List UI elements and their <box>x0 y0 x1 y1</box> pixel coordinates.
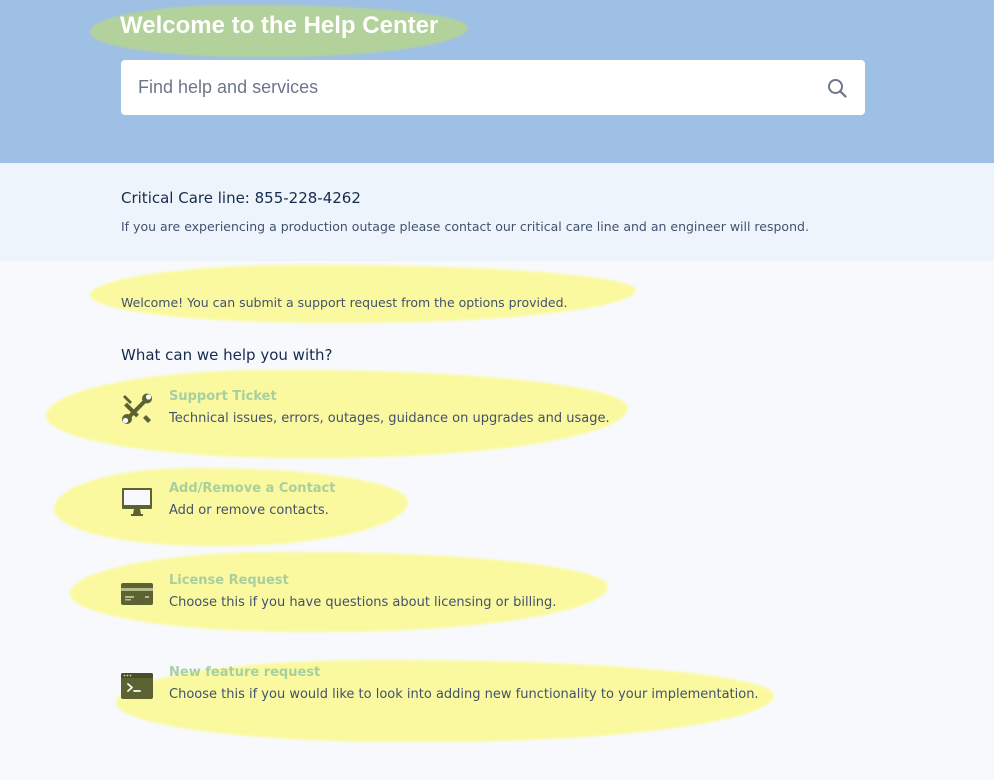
search-icon[interactable] <box>827 78 847 98</box>
option-title[interactable]: Support Ticket <box>169 389 277 404</box>
option-description: Choose this if you have questions about … <box>169 595 557 610</box>
critical-care-description: If you are experiencing a production out… <box>121 219 809 234</box>
help-heading: What can we help you with? <box>121 346 333 364</box>
search-input[interactable] <box>121 60 811 115</box>
request-type-license-request[interactable]: License Request Choose this if you have … <box>121 573 761 619</box>
critical-care-title: Critical Care line: 855-228-4262 <box>121 189 361 207</box>
search-bar[interactable] <box>121 60 865 115</box>
help-center-header: Welcome to the Help Center <box>0 0 994 163</box>
welcome-highlight <box>90 265 636 323</box>
welcome-message: Welcome! You can submit a support reques… <box>121 295 568 310</box>
option-title[interactable]: Add/Remove a Contact <box>169 481 335 496</box>
option-description: Choose this if you would like to look in… <box>169 687 759 702</box>
request-type-new-feature[interactable]: New feature request Choose this if you w… <box>121 665 761 711</box>
request-type-support-ticket[interactable]: Support Ticket Technical issues, errors,… <box>121 389 761 435</box>
monitor-icon <box>122 488 152 516</box>
option-description: Technical issues, errors, outages, guida… <box>169 411 610 426</box>
critical-care-banner: Critical Care line: 855-228-4262 If you … <box>0 163 994 261</box>
option-title[interactable]: License Request <box>169 573 289 588</box>
page-title: Welcome to the Help Center <box>120 12 439 39</box>
request-type-add-remove-contact[interactable]: Add/Remove a Contact Add or remove conta… <box>121 481 761 527</box>
credit-card-icon <box>121 583 153 605</box>
option-description: Add or remove contacts. <box>169 503 329 518</box>
option-title[interactable]: New feature request <box>169 665 320 680</box>
terminal-icon <box>121 673 153 699</box>
wrench-screwdriver-icon <box>122 393 152 424</box>
